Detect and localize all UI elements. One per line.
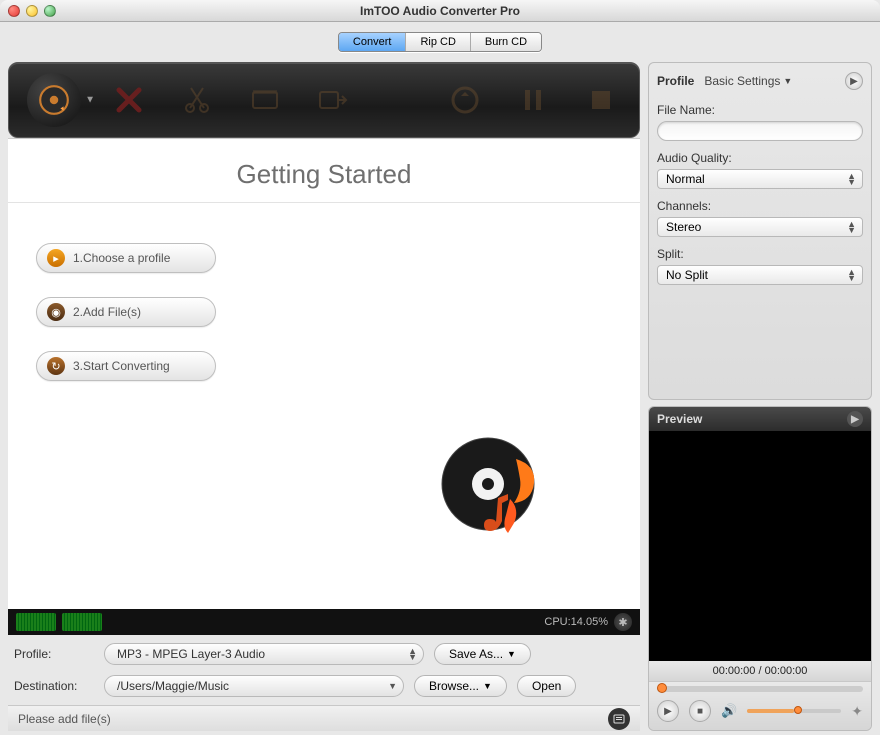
save-as-button[interactable]: Save As... ▼ [434, 643, 531, 665]
step-label: 3.Start Converting [73, 359, 170, 373]
file-name-input[interactable] [657, 121, 863, 141]
merge-button[interactable] [313, 80, 353, 120]
destination-label: Destination: [14, 679, 94, 693]
volume-icon: 🔊 [721, 703, 737, 719]
basic-settings-dropdown[interactable]: Basic Settings ▼ [704, 74, 792, 88]
close-window-button[interactable] [8, 5, 20, 17]
tab-burn-cd[interactable]: Burn CD [471, 33, 541, 51]
updown-icon: ▲▼ [847, 269, 856, 281]
divider [8, 202, 640, 203]
zoom-window-button[interactable] [44, 5, 56, 17]
profile-settings-panel: Profile Basic Settings ▼ ▶ File Name: Au… [648, 62, 872, 400]
channels-label: Channels: [657, 199, 863, 213]
pause-button[interactable] [513, 80, 553, 120]
step-start-converting[interactable]: ↻ 3.Start Converting [36, 351, 216, 381]
step-label: 1.Choose a profile [73, 251, 170, 265]
step-add-files[interactable]: ◉ 2.Add File(s) [36, 297, 216, 327]
output-settings-panel: Profile: MP3 - MPEG Layer-3 Audio ▲▼ Sav… [8, 635, 640, 705]
stop-button[interactable] [581, 80, 621, 120]
clip-button[interactable] [245, 80, 285, 120]
cpu-usage-label: CPU:14.05% [544, 616, 608, 628]
cpu-settings-button[interactable]: ✱ [614, 613, 632, 631]
audio-quality-label: Audio Quality: [657, 151, 863, 165]
getting-started-title: Getting Started [8, 159, 640, 190]
panel-expand-button[interactable]: ▶ [845, 72, 863, 90]
add-source-button[interactable]: ▼ [27, 73, 81, 127]
cpu-wave-icon [62, 613, 102, 631]
volume-slider[interactable] [747, 709, 841, 713]
split-label: Split: [657, 247, 863, 261]
stop-preview-button[interactable]: ■ [689, 700, 711, 722]
updown-icon: ▲▼ [408, 648, 417, 660]
tab-rip-cd[interactable]: Rip CD [406, 33, 470, 51]
chevron-down-icon: ▼ [388, 683, 397, 689]
step-choose-profile[interactable]: ▸ 1.Choose a profile [36, 243, 216, 273]
destination-value: /Users/Maggie/Music [117, 679, 229, 693]
main-toolbar: ▼ [8, 62, 640, 138]
status-message: Please add file(s) [18, 712, 111, 726]
browse-button[interactable]: Browse... ▼ [414, 675, 507, 697]
destination-select[interactable]: /Users/Maggie/Music ▼ [104, 675, 404, 697]
chevron-down-icon: ▼ [483, 681, 492, 691]
tab-convert[interactable]: Convert [339, 33, 407, 51]
remove-button[interactable] [109, 80, 149, 120]
disc-artwork [438, 429, 548, 544]
profile-panel-tab[interactable]: Profile [657, 74, 694, 88]
chevron-down-icon: ▼ [85, 95, 95, 106]
convert-button[interactable] [445, 80, 485, 120]
snapshot-button[interactable]: ✦ [851, 703, 863, 720]
mode-tabbar: Convert Rip CD Burn CD [0, 22, 880, 62]
split-select[interactable]: No Split ▲▼ [657, 265, 863, 285]
profile-value: MP3 - MPEG Layer-3 Audio [117, 647, 265, 661]
preview-expand-button[interactable]: ▶ [847, 411, 863, 427]
profile-step-icon: ▸ [47, 249, 65, 267]
play-button[interactable]: ▶ [657, 700, 679, 722]
chevron-down-icon: ▼ [783, 76, 792, 86]
audio-quality-select[interactable]: Normal ▲▼ [657, 169, 863, 189]
status-action-button[interactable] [608, 708, 630, 730]
channels-select[interactable]: Stereo ▲▼ [657, 217, 863, 237]
window-title: ImTOO Audio Converter Pro [0, 4, 880, 18]
profile-select[interactable]: MP3 - MPEG Layer-3 Audio ▲▼ [104, 643, 424, 665]
cut-button[interactable] [177, 80, 217, 120]
file-name-label: File Name: [657, 103, 863, 117]
updown-icon: ▲▼ [847, 221, 856, 233]
open-button[interactable]: Open [517, 675, 576, 697]
preview-title: Preview [657, 412, 702, 426]
profile-label: Profile: [14, 647, 94, 661]
cpu-bar: CPU:14.05% ✱ [8, 609, 640, 635]
preview-viewport [649, 431, 871, 661]
minimize-window-button[interactable] [26, 5, 38, 17]
status-bar: Please add file(s) [8, 705, 640, 731]
add-files-step-icon: ◉ [47, 303, 65, 321]
preview-timecode: 00:00:00 / 00:00:00 [649, 661, 871, 681]
cpu-wave-icon [16, 613, 56, 631]
updown-icon: ▲▼ [847, 173, 856, 185]
step-label: 2.Add File(s) [73, 305, 141, 319]
chevron-down-icon: ▼ [507, 649, 516, 659]
seek-slider[interactable] [657, 686, 863, 692]
content-area: Getting Started ▸ 1.Choose a profile ◉ 2… [8, 138, 640, 609]
preview-panel: Preview ▶ 00:00:00 / 00:00:00 ▶ ■ 🔊 ✦ [648, 406, 872, 731]
titlebar: ImTOO Audio Converter Pro [0, 0, 880, 22]
convert-step-icon: ↻ [47, 357, 65, 375]
